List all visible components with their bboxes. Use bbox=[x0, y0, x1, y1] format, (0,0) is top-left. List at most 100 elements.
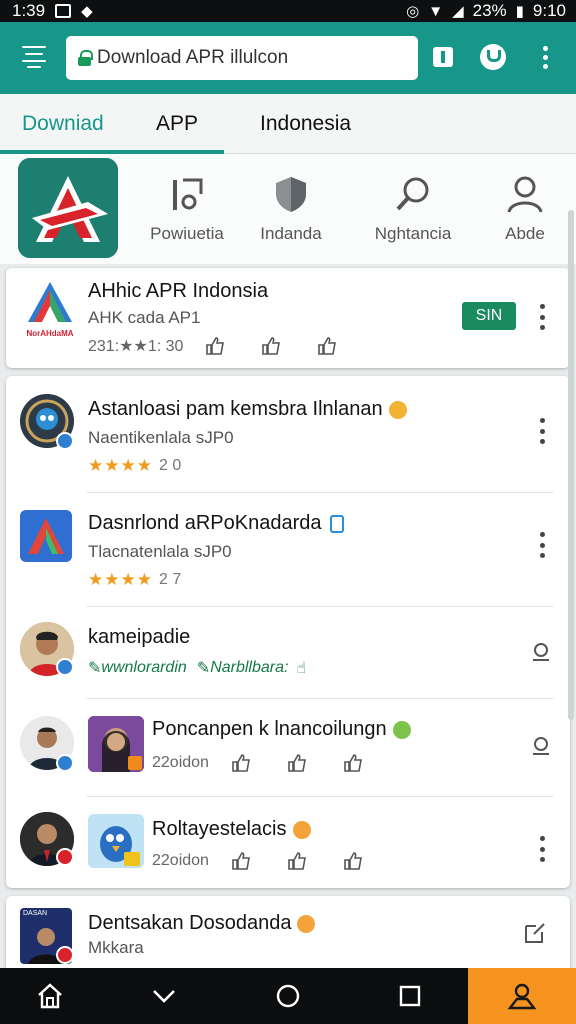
profile-icon bbox=[480, 44, 506, 70]
back-button[interactable] bbox=[124, 968, 204, 1024]
scrollbar[interactable] bbox=[568, 210, 574, 720]
app-icon bbox=[20, 510, 72, 562]
app-logo-icon bbox=[28, 518, 64, 554]
list-item-title: Dasnrlond aRPoKnadarda bbox=[88, 512, 344, 535]
app-root: 1:39 ◆ ◎ ▼ ◢ 23% ▮ 9:10 Download APR ill… bbox=[0, 0, 576, 1024]
share-icon[interactable] bbox=[317, 337, 337, 355]
person-icon bbox=[507, 176, 543, 213]
thumbs-up-icon[interactable]: ☝ bbox=[296, 658, 306, 678]
category-nghtancia[interactable]: Nghtancia bbox=[358, 174, 468, 244]
list-item-subtitle: Mkkara bbox=[88, 938, 144, 957]
navigation-bar bbox=[0, 968, 576, 1024]
rating-value: 2 0 bbox=[158, 457, 182, 474]
list-item-title: kameipadie bbox=[88, 626, 191, 648]
list-item[interactable]: kameipadie ✎ wwnlorardin ✎ Narbllbara: ☝ bbox=[6, 606, 570, 698]
verified-badge-icon bbox=[56, 754, 74, 772]
share-icon[interactable] bbox=[343, 754, 363, 772]
list-item-rating: ★★★★ 2 7 bbox=[88, 570, 181, 590]
home-icon bbox=[38, 983, 62, 1009]
list-item[interactable]: Dasnrlond aRPoKnadarda Tlacnatenlala sJP… bbox=[6, 492, 570, 606]
thumbs-up-icon[interactable] bbox=[231, 852, 251, 870]
more-vert-icon[interactable] bbox=[532, 836, 552, 862]
partial-list-card[interactable]: DASAN Dentsakan Dosodanda Mkkara bbox=[6, 896, 570, 976]
chart-icon bbox=[173, 178, 203, 210]
square-icon bbox=[399, 985, 421, 1007]
emoji-icon bbox=[292, 820, 311, 839]
reply-icon[interactable] bbox=[287, 852, 307, 870]
brand-logo-icon bbox=[18, 158, 118, 258]
thumbs-up-icon[interactable] bbox=[231, 754, 251, 772]
edit-icon: ✎ bbox=[196, 660, 211, 677]
more-vert-icon[interactable] bbox=[532, 418, 552, 444]
home-circle-button[interactable] bbox=[248, 968, 328, 1024]
list-item[interactable]: Poncanpen k lnancoilungn 22oidon bbox=[6, 698, 570, 796]
tab-download[interactable]: Downiad bbox=[22, 112, 104, 136]
profile-button[interactable] bbox=[478, 42, 508, 72]
more-vert-icon[interactable] bbox=[532, 532, 552, 558]
alert-badge-icon bbox=[56, 848, 74, 866]
reply-icon[interactable] bbox=[287, 754, 307, 772]
emoji-icon bbox=[297, 914, 316, 933]
open-external-icon[interactable] bbox=[522, 920, 548, 946]
featured-app-meta: 231:★★1: 30 bbox=[88, 336, 337, 356]
status-bar: 1:39 ◆ ◎ ▼ ◢ 23% ▮ 9:10 bbox=[0, 0, 576, 22]
category-label: Indanda bbox=[260, 224, 322, 243]
emoji-icon bbox=[388, 400, 407, 419]
pin-icon[interactable] bbox=[530, 642, 552, 664]
image-notification-icon bbox=[55, 4, 72, 18]
category-label: Nghtancia bbox=[374, 224, 452, 243]
featured-app-logo: NorAHdaMA bbox=[20, 280, 80, 338]
recents-button[interactable] bbox=[370, 968, 450, 1024]
home-button[interactable] bbox=[10, 968, 90, 1024]
more-vert-icon bbox=[542, 45, 548, 69]
url-bar[interactable]: Download APR illulcon bbox=[66, 36, 418, 80]
lock-icon bbox=[78, 50, 93, 66]
list-item-meta-text: 22oidon bbox=[152, 754, 209, 771]
link-one[interactable]: wwnlorardin bbox=[101, 659, 186, 677]
thumbs-up-icon[interactable] bbox=[205, 337, 225, 355]
list-item-meta: 22oidon bbox=[152, 754, 363, 772]
list-item-title: Dentsakan Dosodanda bbox=[88, 912, 316, 935]
search-icon bbox=[396, 177, 429, 211]
list-item[interactable]: Roltayestelacis 22oidon bbox=[6, 796, 570, 888]
shield-icon bbox=[276, 177, 306, 212]
featured-app-card[interactable]: NorAHdaMA AHhic APR Indonsia AHK cada AP… bbox=[6, 268, 570, 368]
thumbnail-badge-text: DASAN bbox=[23, 910, 48, 917]
account-button[interactable] bbox=[468, 968, 576, 1024]
app-thumbnail bbox=[88, 814, 144, 868]
category-abde[interactable]: Abde bbox=[480, 174, 570, 244]
app-logo-icon bbox=[28, 282, 72, 322]
category-strip: Powiuetia Indanda Nghtancia Abde bbox=[0, 154, 576, 264]
category-label: Abde bbox=[505, 224, 545, 243]
alert-badge-icon bbox=[56, 946, 74, 964]
link-two[interactable]: Narbllbara: bbox=[210, 659, 288, 677]
tab-indonesia[interactable]: Indonesia bbox=[260, 112, 351, 136]
menu-icon[interactable] bbox=[22, 46, 46, 68]
share-icon[interactable] bbox=[343, 852, 363, 870]
tab-app[interactable]: APP bbox=[156, 112, 198, 136]
list-item[interactable]: Astanloasi pam kemsbra Ilnlanan Naentike… bbox=[6, 376, 570, 492]
list-item-rating: ★★★★ 2 0 bbox=[88, 456, 181, 476]
app-logo[interactable] bbox=[18, 158, 118, 258]
alarm-icon: ◎ bbox=[406, 3, 420, 20]
category-indanda[interactable]: Indanda bbox=[236, 174, 346, 244]
status-time: 1:39 bbox=[12, 1, 46, 20]
featured-app-subtitle: AHK cada AP1 bbox=[88, 308, 201, 327]
reply-icon[interactable] bbox=[261, 337, 281, 355]
rating-value: 2 7 bbox=[158, 571, 182, 588]
star-rating-icon: ★★★★ bbox=[88, 570, 153, 589]
pin-icon[interactable] bbox=[530, 736, 552, 758]
circle-icon bbox=[276, 984, 300, 1008]
category-powiuetia[interactable]: Powiuetia bbox=[132, 174, 242, 244]
install-button[interactable]: SIN bbox=[462, 302, 516, 330]
verified-badge-icon bbox=[56, 658, 74, 676]
clipboard-icon bbox=[329, 514, 344, 533]
app-thumbnail bbox=[88, 716, 144, 772]
featured-logo-text: NorAHdaMA bbox=[26, 329, 74, 338]
list-item-subtitle: Tlacnatenlala sJP0 bbox=[88, 542, 232, 561]
more-vert-icon[interactable] bbox=[532, 304, 552, 330]
url-text: Download APR illulcon bbox=[97, 47, 289, 68]
app-notification-icon: ◆ bbox=[81, 3, 93, 20]
overflow-menu-button[interactable] bbox=[530, 42, 560, 72]
tabs-button[interactable] bbox=[428, 42, 458, 72]
